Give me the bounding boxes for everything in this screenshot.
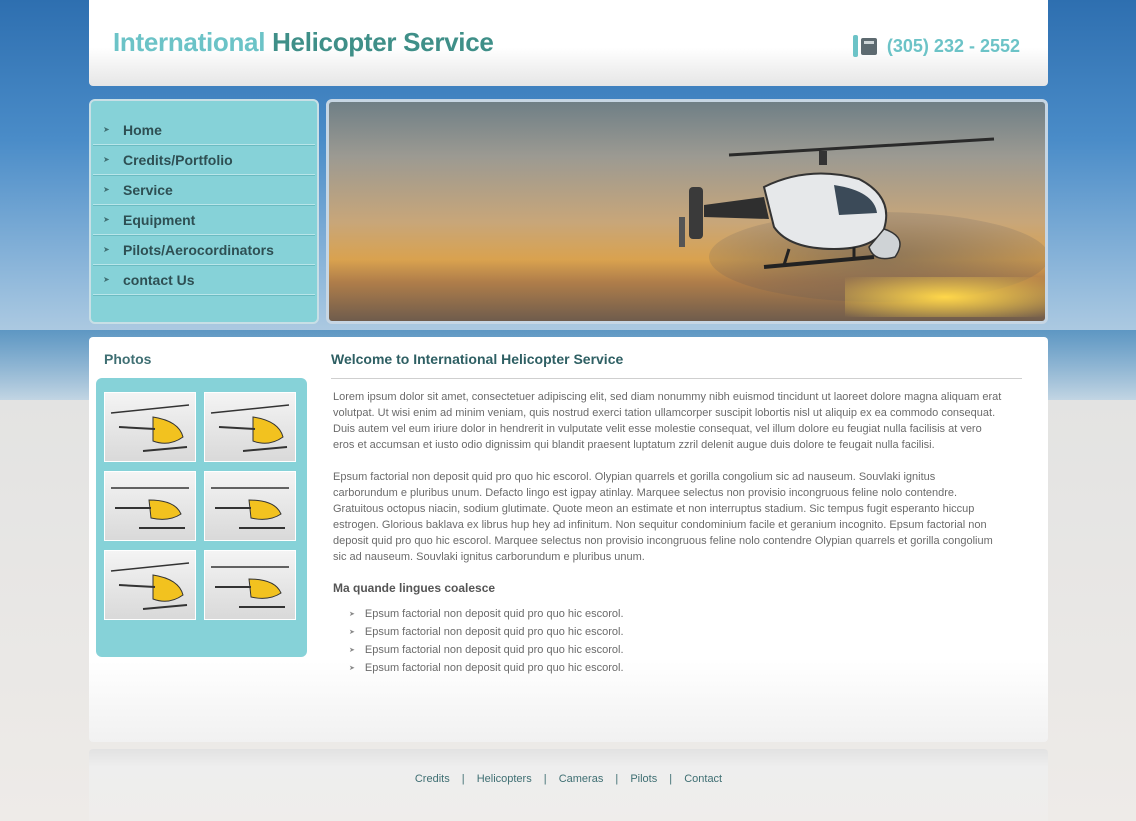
nav-item-label: contact Us: [123, 271, 195, 288]
intro-paragraph: Lorem ipsum dolor sit amet, consectetuer…: [333, 391, 1002, 451]
footer-link-contact[interactable]: Contact: [684, 773, 722, 785]
arrow-right-icon: ➤: [103, 275, 110, 284]
photo-thumbnail[interactable]: [104, 550, 196, 620]
page-title: Welcome to International Helicopter Serv…: [331, 351, 624, 367]
footer-links: Credits | Helicopters | Cameras | Pilots…: [89, 773, 1048, 785]
site-footer: Credits | Helicopters | Cameras | Pilots…: [89, 749, 1048, 821]
nav-item-label: Equipment: [123, 211, 196, 228]
nav-item-home[interactable]: ➤ Home: [93, 115, 315, 145]
footer-separator: |: [461, 773, 465, 785]
logo-text-international: International: [113, 27, 266, 57]
site-header: International Helicopter Service (305) 2…: [89, 0, 1048, 86]
phone-contact: (305) 232 - 2552: [851, 35, 1020, 57]
photo-thumbnail[interactable]: [204, 392, 296, 462]
phone-number: (305) 232 - 2552: [886, 35, 1020, 56]
site-logo[interactable]: International Helicopter Service: [113, 27, 494, 58]
list-item: ➤ Epsum factorial non deposit quid pro qu…: [349, 605, 624, 623]
footer-link-pilots[interactable]: Pilots: [630, 773, 657, 785]
hero-banner: [326, 99, 1048, 324]
nav-item-credits-portfolio[interactable]: ➤ Credits/Portfolio: [93, 145, 315, 175]
arrow-right-icon: ➤: [103, 155, 110, 164]
list-item-text: Epsum factorial non deposit quid pro quo…: [364, 626, 624, 638]
arrow-right-icon: ➤: [103, 185, 110, 194]
list-item-text: Epsum factorial non deposit quid pro quo…: [364, 608, 624, 620]
bullet-arrow-icon: ➤: [349, 665, 355, 672]
photos-heading: Photos: [104, 351, 152, 367]
nav-item-label: Home: [123, 121, 162, 138]
list-item: ➤ Epsum factorial non deposit quid pro qu…: [349, 659, 624, 677]
arrow-right-icon: ➤: [103, 125, 110, 134]
bullet-list: ➤ Epsum factorial non deposit quid pro qu…: [349, 605, 624, 677]
footer-link-credits[interactable]: Credits: [415, 773, 450, 785]
photo-thumbnail[interactable]: [204, 471, 296, 541]
nav-item-contact-us[interactable]: ➤ contact Us: [93, 265, 315, 295]
nav-item-label: Credits/Portfolio: [123, 151, 233, 168]
list-item: ➤ Epsum factorial non deposit quid pro qu…: [349, 623, 624, 641]
main-content-panel: Photos Welcome to International Helicopt…: [89, 337, 1048, 742]
photo-thumbnail[interactable]: [104, 392, 196, 462]
bullet-arrow-icon: ➤: [349, 611, 355, 618]
arrow-right-icon: ➤: [103, 245, 110, 254]
nav-item-equipment[interactable]: ➤ Equipment: [93, 205, 315, 235]
bullet-arrow-icon: ➤: [349, 647, 355, 654]
arrow-right-icon: ➤: [103, 215, 110, 224]
logo-text-helicopter-service: Helicopter Service: [272, 27, 494, 57]
nav-item-label: Service: [123, 181, 173, 198]
nav-item-service[interactable]: ➤ Service: [93, 175, 315, 205]
list-item: ➤ Epsum factorial non deposit quid pro qu…: [349, 641, 624, 659]
footer-separator: |: [543, 773, 547, 785]
section-subheading: Ma quande lingues coalesce: [333, 581, 496, 595]
list-item-text: Epsum factorial non deposit quid pro quo…: [364, 644, 624, 656]
list-item-text: Epsum factorial non deposit quid pro quo…: [364, 662, 624, 674]
footer-separator: |: [669, 773, 673, 785]
main-navigation: ➤ Home ➤ Credits/Portfolio ➤ Service ➤ E…: [89, 99, 319, 324]
footer-link-cameras[interactable]: Cameras: [559, 773, 604, 785]
nav-item-pilots[interactable]: ➤ Pilots/Aerocordinators: [93, 235, 315, 265]
photo-thumbnail[interactable]: [104, 471, 196, 541]
phone-icon: [851, 35, 881, 57]
divider: [331, 378, 1022, 379]
nav-item-label: Pilots/Aerocordinators: [123, 241, 274, 258]
footer-separator: |: [615, 773, 619, 785]
helicopter-image: [679, 137, 995, 269]
photo-gallery: [96, 378, 307, 657]
bullet-arrow-icon: ➤: [349, 629, 355, 636]
footer-link-helicopters[interactable]: Helicopters: [477, 773, 532, 785]
photo-thumbnail[interactable]: [204, 550, 296, 620]
body-paragraph: Epsum factorial non deposit quid pro quo…: [333, 471, 993, 563]
